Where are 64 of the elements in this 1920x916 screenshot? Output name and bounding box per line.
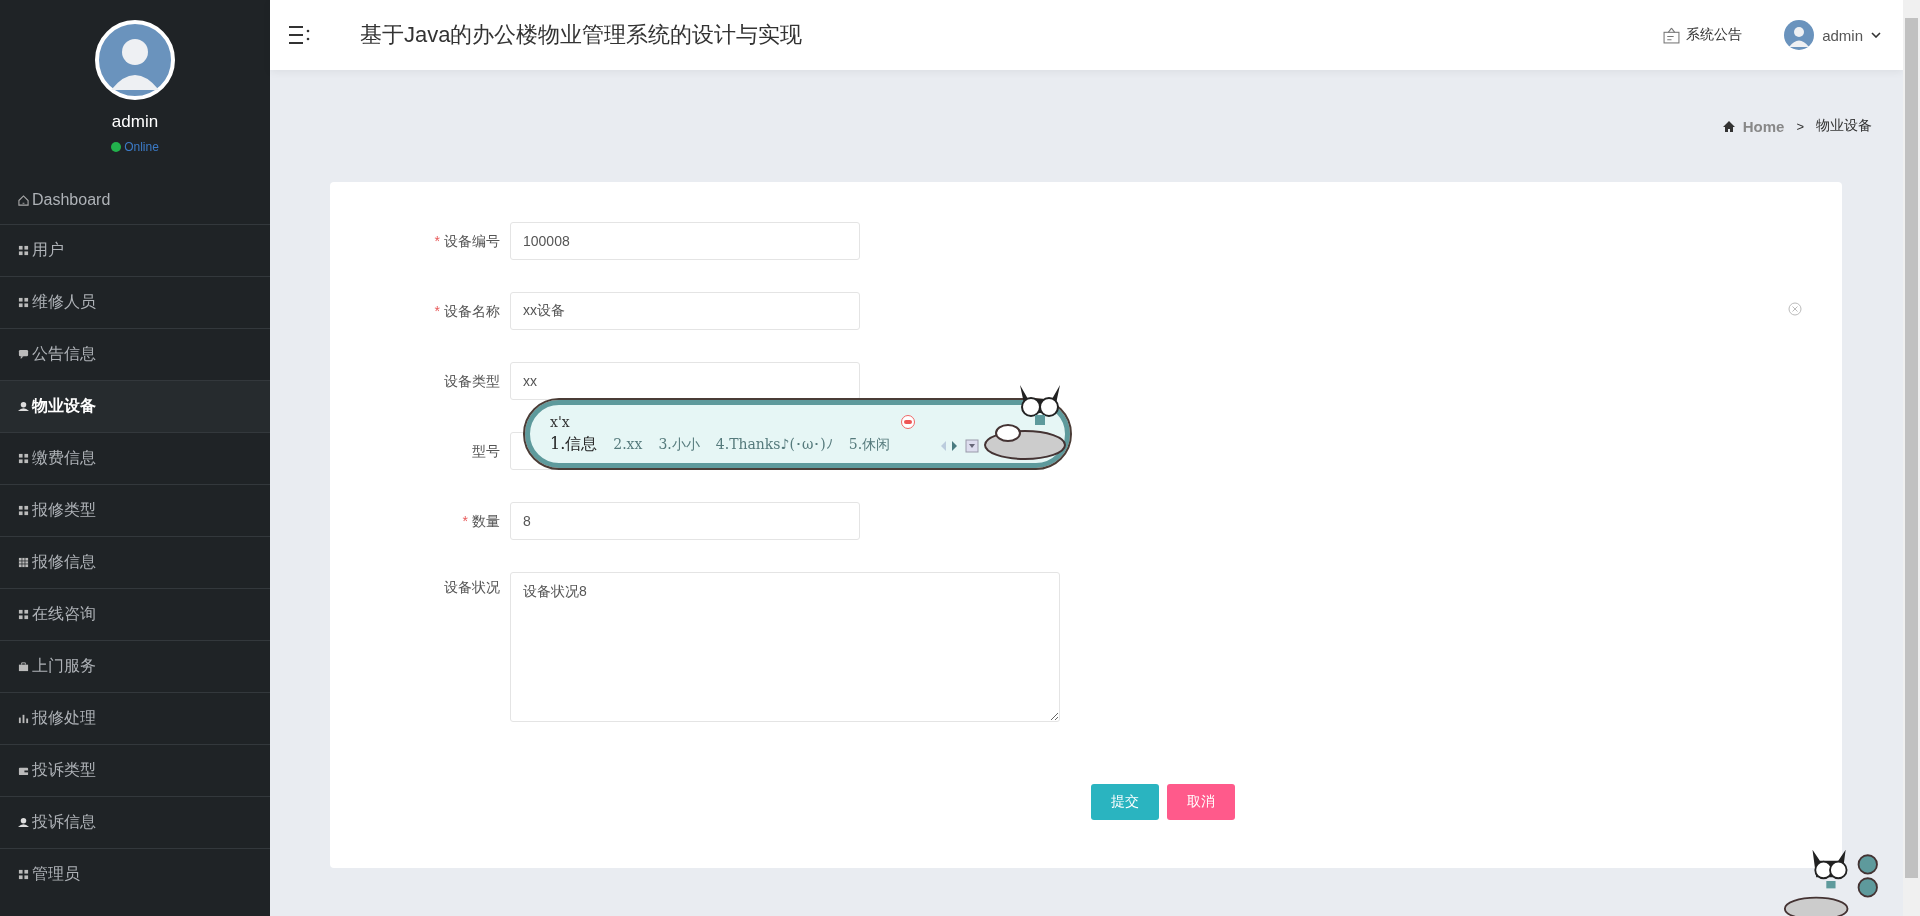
user-name: admin <box>1822 26 1863 44</box>
menu-item[interactable]: 管理员 <box>0 848 270 900</box>
ime-composition: x'x <box>550 414 570 432</box>
user-avatar <box>1784 20 1815 50</box>
menu-item[interactable]: 上门服务 <box>0 640 270 692</box>
breadcrumb-separator: > <box>1796 118 1804 134</box>
close-icon[interactable] <box>1788 302 1802 316</box>
app-title: 基于Java的办公楼物业管理系统的设计与实现 <box>360 21 804 49</box>
menu-item[interactable]: 报修处理 <box>0 692 270 744</box>
input-field[interactable]: 100008 <box>510 222 860 260</box>
user-icon <box>18 817 29 828</box>
menu-item[interactable]: 投诉信息 <box>0 796 270 848</box>
menu-item[interactable]: 报修信息 <box>0 536 270 588</box>
text-area[interactable]: 设备状况8 <box>510 572 1060 722</box>
field-label: 数量 <box>472 513 500 529</box>
ime-candidate[interactable]: 5.休闲 <box>848 436 891 454</box>
field-label: 设备编号 <box>444 233 500 249</box>
home-icon <box>1722 120 1735 132</box>
input-field[interactable]: xx设备 <box>510 292 860 330</box>
ime-candidate[interactable]: 3.小小 <box>658 436 700 454</box>
home-icon <box>18 194 29 206</box>
required-mark: * <box>434 233 440 249</box>
field-label: 设备状况 <box>444 579 500 595</box>
status-text: Online <box>124 140 159 154</box>
required-mark: * <box>462 513 468 529</box>
grid-icon <box>18 453 29 464</box>
menu-item[interactable]: Dashboard <box>0 176 270 224</box>
grid-icon <box>18 869 29 880</box>
required-mark: * <box>434 303 440 319</box>
caret-icon <box>1871 32 1881 38</box>
briefcase-icon <box>18 661 29 672</box>
menu-item[interactable]: 投诉类型 <box>0 744 270 796</box>
field-label: 设备名称 <box>444 303 500 319</box>
menu-item[interactable]: 用户 <box>0 224 270 276</box>
grid-icon <box>18 505 29 516</box>
wallet-icon <box>18 765 29 776</box>
menu-icon[interactable] <box>288 25 310 45</box>
menu-item[interactable]: 报修类型 <box>0 484 270 536</box>
menu-item[interactable]: 缴费信息 <box>0 432 270 484</box>
ime-candidate[interactable]: 2.xx <box>613 436 643 452</box>
menu-item[interactable]: 维修人员 <box>0 276 270 328</box>
input-field[interactable]: 8 <box>510 502 860 540</box>
bar-chart-icon <box>18 713 29 724</box>
field-label: 型号 <box>472 443 500 459</box>
signboard-icon <box>1663 26 1681 44</box>
user-icon <box>18 401 29 412</box>
chat-icon <box>18 349 29 360</box>
ime-logo-icon <box>901 415 915 429</box>
menu-item[interactable]: 在线咨询 <box>0 588 270 640</box>
ime-candidate[interactable]: 4.Thanks♪(･ω･)ﾉ <box>715 436 833 452</box>
input-field[interactable]: xx <box>510 362 860 400</box>
status-dot <box>111 142 122 152</box>
user-name: admin <box>111 112 159 132</box>
pager-icon[interactable] <box>940 439 980 453</box>
notice-link[interactable]: 系统公告 <box>1663 26 1743 44</box>
grid-icon <box>18 245 29 256</box>
grid-icon <box>18 297 29 308</box>
field-label: 设备类型 <box>444 373 500 389</box>
grid-icon <box>18 609 29 620</box>
user-menu[interactable]: admin <box>1784 20 1881 50</box>
breadcrumb-current: 物业设备 <box>1816 117 1872 135</box>
menu-item[interactable]: 物业设备 <box>0 380 270 432</box>
ime-candidate[interactable]: 1.信息 <box>550 434 598 455</box>
table-icon <box>18 557 29 568</box>
